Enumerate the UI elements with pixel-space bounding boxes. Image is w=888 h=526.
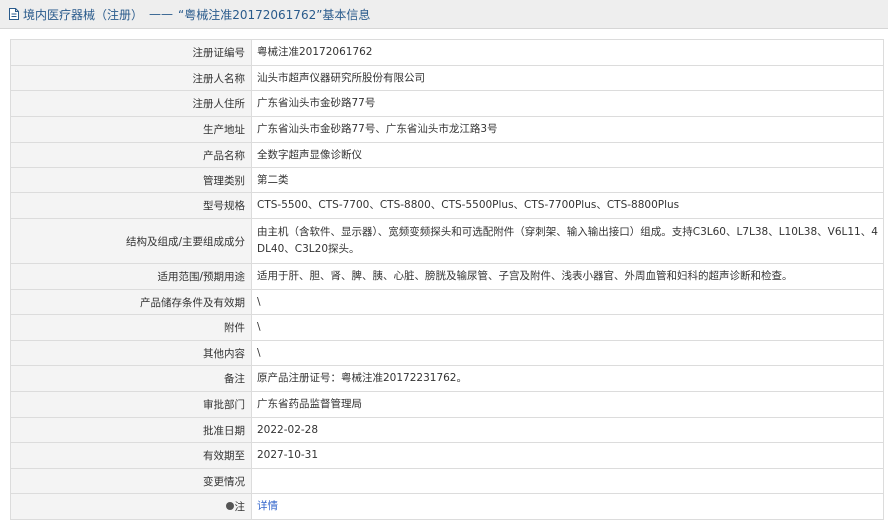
- row-label: 其他内容: [10, 340, 252, 366]
- table-row: 生产地址 广东省汕头市金砂路77号、广东省汕头市龙江路3号: [10, 116, 884, 143]
- row-value: \: [251, 289, 884, 315]
- row-label: 结构及组成/主要组成成分: [10, 218, 252, 264]
- table-row: 有效期至 2027-10-31: [10, 442, 884, 469]
- table-row: 产品名称 全数字超声显像诊断仪: [10, 142, 884, 168]
- row-label: 生产地址: [10, 116, 252, 143]
- header-separator: ——: [149, 7, 174, 21]
- row-value: 2027-10-31: [251, 442, 884, 469]
- row-value: 粤械注准20172061762: [251, 39, 884, 66]
- row-label: 产品储存条件及有效期: [10, 289, 252, 315]
- table-row: 注 详情: [10, 493, 884, 520]
- row-label: 产品名称: [10, 142, 252, 168]
- row-value: 2022-02-28: [251, 417, 884, 443]
- row-value: 广东省汕头市金砂路77号、广东省汕头市龙江路3号: [251, 116, 884, 143]
- table-row: 管理类别 第二类: [10, 167, 884, 193]
- row-label: 附件: [10, 314, 252, 341]
- note-label-cell: 注: [10, 493, 252, 520]
- row-value: 广东省汕头市金砂路77号: [251, 90, 884, 117]
- row-value: 由主机（含软件、显示器）、宽频变频探头和可选配附件（穿刺架、输入输出接口）组成。…: [251, 218, 884, 264]
- row-label: 型号规格: [10, 192, 252, 219]
- table-row: 注册人名称 汕头市超声仪器研究所股份有限公司: [10, 65, 884, 91]
- table-row: 备注 原产品注册证号：粤械注准20172231762。: [10, 365, 884, 392]
- row-label: 管理类别: [10, 167, 252, 193]
- row-value: 适用于肝、胆、肾、脾、胰、心脏、膀胱及输尿管、子宫及附件、浅表小器官、外周血管和…: [251, 263, 884, 290]
- table-row: 其他内容 \: [10, 340, 884, 366]
- header-title: “粤械注准20172061762”基本信息: [178, 7, 371, 22]
- header-category: 境内医疗器械（注册）: [23, 7, 144, 22]
- table-row: 附件 \: [10, 314, 884, 341]
- table-row: 产品储存条件及有效期 \: [10, 289, 884, 315]
- row-label: 备注: [10, 365, 252, 392]
- row-label: 注: [234, 501, 246, 513]
- page-header: 境内医疗器械（注册） —— “粤械注准20172061762”基本信息: [0, 0, 888, 29]
- document-icon: [8, 7, 20, 21]
- row-label: 注册证编号: [10, 39, 252, 66]
- row-value: 汕头市超声仪器研究所股份有限公司: [251, 65, 884, 91]
- row-value: CTS-5500、CTS-7700、CTS-8800、CTS-5500Plus、…: [251, 192, 884, 219]
- row-label: 批准日期: [10, 417, 252, 443]
- row-label: 注册人名称: [10, 65, 252, 91]
- row-value: \: [251, 340, 884, 366]
- table-row: 注册证编号 粤械注准20172061762: [10, 39, 884, 66]
- table-row: 型号规格 CTS-5500、CTS-7700、CTS-8800、CTS-5500…: [10, 192, 884, 219]
- warning-icon: [225, 502, 234, 510]
- table-row: 审批部门 广东省药品监督管理局: [10, 391, 884, 418]
- row-label: 有效期至: [10, 442, 252, 469]
- row-label: 审批部门: [10, 391, 252, 418]
- row-label: 适用范围/预期用途: [10, 263, 252, 290]
- row-label: 注册人住所: [10, 90, 252, 117]
- info-table: 注册证编号 粤械注准20172061762 注册人名称 汕头市超声仪器研究所股份…: [10, 39, 884, 520]
- row-value: [251, 468, 884, 494]
- table-row: 变更情况: [10, 468, 884, 494]
- table-row: 注册人住所 广东省汕头市金砂路77号: [10, 90, 884, 117]
- row-value: 全数字超声显像诊断仪: [251, 142, 884, 168]
- row-label: 变更情况: [10, 468, 252, 494]
- row-value: \: [251, 314, 884, 341]
- row-value: 第二类: [251, 167, 884, 193]
- table-row: 批准日期 2022-02-28: [10, 417, 884, 443]
- row-value: 原产品注册证号：粤械注准20172231762。: [251, 365, 884, 392]
- row-value: 广东省药品监督管理局: [251, 391, 884, 418]
- details-link[interactable]: 详情: [257, 500, 278, 512]
- table-row: 结构及组成/主要组成成分 由主机（含软件、显示器）、宽频变频探头和可选配附件（穿…: [10, 218, 884, 264]
- row-value: 详情: [251, 493, 884, 520]
- table-row: 适用范围/预期用途 适用于肝、胆、肾、脾、胰、心脏、膀胱及输尿管、子宫及附件、浅…: [10, 263, 884, 290]
